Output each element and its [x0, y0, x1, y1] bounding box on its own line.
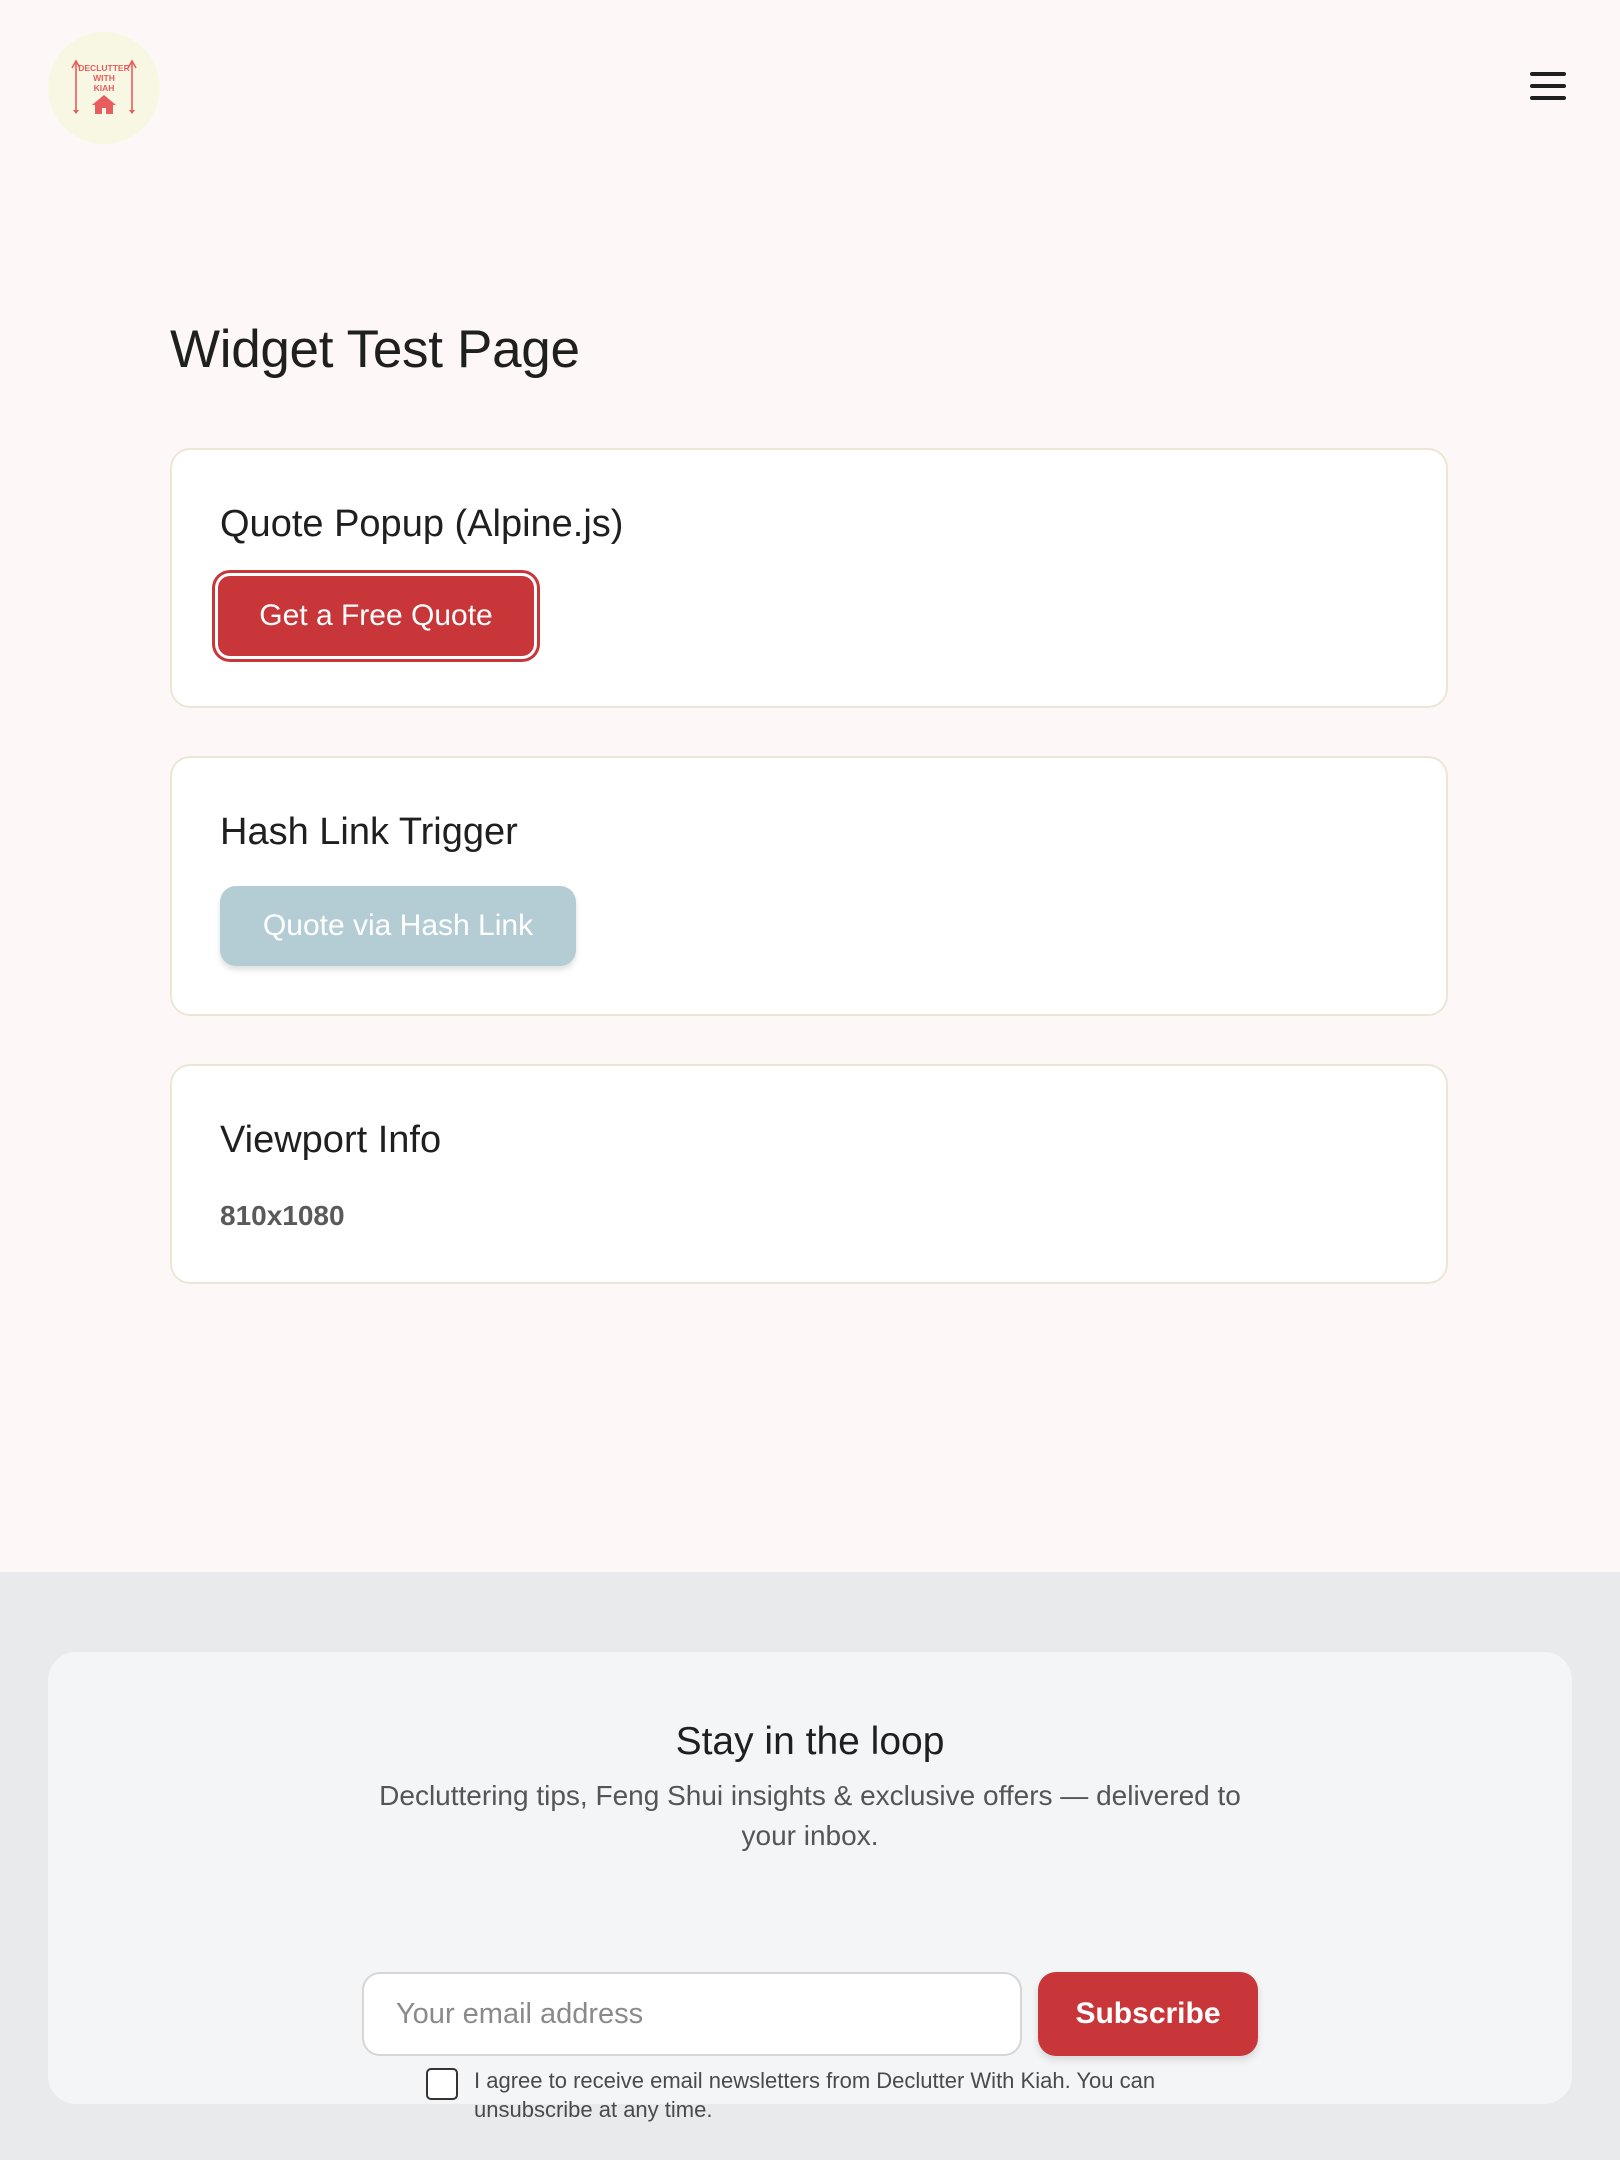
logo-mark: DECLUTTER WITH KIAH — [71, 59, 137, 114]
card-title: Quote Popup (Alpine.js) — [220, 503, 624, 545]
viewport-size-value: 810x1080 — [220, 1200, 345, 1231]
logo-text-line-3: KIAH — [94, 83, 115, 93]
newsletter-title: Stay in the loop — [675, 1720, 945, 1763]
hash-link-card: Hash Link Trigger Quote via Hash Link — [170, 756, 1448, 1016]
quote-popup-card: Quote Popup (Alpine.js) Get a Free Quote — [170, 448, 1448, 708]
logo-text-line-2: WITH — [93, 73, 115, 83]
subscribe-button[interactable]: Subscribe — [1038, 1972, 1258, 2056]
card-title: Viewport Info — [220, 1119, 442, 1161]
newsletter-box: Stay in the loop Decluttering tips, Feng… — [48, 1652, 1572, 2122]
quote-via-hash-link-button[interactable]: Quote via Hash Link — [220, 886, 576, 966]
site-header: DECLUTTER WITH KIAH — [0, 0, 1620, 180]
page-title: Widget Test Page — [170, 320, 580, 379]
logo-text-line-1: DECLUTTER — [78, 63, 129, 73]
viewport-info-card: Viewport Info 810x1080 — [170, 1064, 1448, 1284]
consent-label: I agree to receive email newsletters fro… — [474, 2068, 1156, 2122]
get-free-quote-button[interactable]: Get a Free Quote — [218, 576, 534, 656]
house-icon — [92, 95, 116, 114]
email-input[interactable] — [362, 1972, 1022, 2056]
site-logo[interactable]: DECLUTTER WITH KIAH — [48, 32, 160, 144]
hamburger-menu-icon[interactable] — [1520, 64, 1576, 112]
site-footer: Stay in the loop Decluttering tips, Feng… — [0, 1572, 1620, 2160]
consent-checkbox[interactable] — [426, 2068, 458, 2100]
card-title: Hash Link Trigger — [220, 811, 518, 853]
newsletter-description: Decluttering tips, Feng Shui insights & … — [379, 1780, 1241, 1851]
